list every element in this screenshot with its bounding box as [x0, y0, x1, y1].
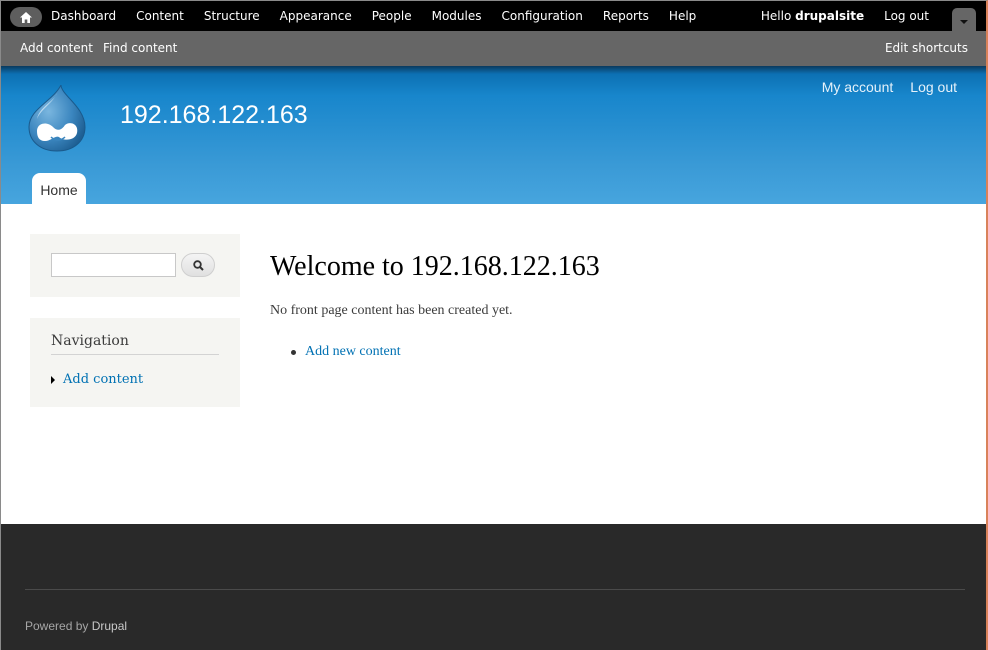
shortcut-add-content[interactable]: Add content — [20, 41, 93, 55]
admin-toolbar: Dashboard Content Structure Appearance P… — [1, 1, 986, 32]
powered-by: Powered by Drupal — [25, 619, 127, 633]
collapsed-triangle-icon — [51, 375, 55, 384]
main-menu-tab-home[interactable]: Home — [32, 173, 86, 204]
shortcuts-drawer-toggle[interactable] — [952, 8, 976, 32]
powered-by-text: Powered by — [25, 619, 92, 633]
greeting-prefix: Hello — [760, 9, 796, 23]
toolbar-menu: Dashboard Content Structure Appearance P… — [51, 1, 716, 31]
shortcut-find-content[interactable]: Find content — [103, 41, 177, 55]
user-greeting: Hello drupalsite — [761, 9, 864, 23]
navigation-item: Add content — [51, 372, 143, 387]
empty-front-page-message: No front page content has been created y… — [270, 303, 513, 318]
content-links-list: Add new content — [291, 344, 401, 360]
shortcuts-bar: Add content Find content Edit shortcuts — [1, 31, 986, 66]
search-icon — [192, 259, 204, 271]
list-bullet — [291, 349, 296, 355]
secondary-menu: My account Log out — [805, 79, 957, 95]
home-icon — [20, 11, 32, 23]
drupal-logo[interactable] — [27, 85, 87, 153]
search-button[interactable] — [181, 253, 215, 277]
navigation-add-content-link[interactable]: Add content — [63, 372, 143, 387]
toolbar-item-dashboard[interactable]: Dashboard — [51, 9, 116, 23]
my-account-link[interactable]: My account — [822, 79, 894, 95]
page-title: Welcome to 192.168.122.163 — [270, 251, 600, 282]
toolbar-item-configuration[interactable]: Configuration — [502, 9, 583, 23]
toolbar-item-structure[interactable]: Structure — [204, 9, 260, 23]
home-button[interactable] — [10, 7, 42, 27]
navigation-block: Navigation Add content — [30, 318, 240, 407]
toolbar-item-modules[interactable]: Modules — [432, 9, 482, 23]
header-logout-link[interactable]: Log out — [910, 79, 957, 95]
edit-shortcuts-link[interactable]: Edit shortcuts — [885, 41, 968, 55]
navigation-title: Navigation — [51, 333, 219, 355]
site-footer: Powered by Drupal — [1, 524, 986, 650]
toolbar-item-help[interactable]: Help — [669, 9, 696, 23]
add-new-content-link[interactable]: Add new content — [305, 344, 401, 360]
username-link[interactable]: drupalsite — [795, 9, 864, 23]
toolbar-item-people[interactable]: People — [372, 9, 412, 23]
chevron-down-icon — [960, 20, 968, 24]
site-header: 192.168.122.163 My account Log out Home — [1, 66, 986, 204]
footer-divider — [25, 589, 965, 590]
toolbar-user: Hello drupalsite Log out — [761, 1, 929, 31]
search-block — [30, 234, 240, 297]
toolbar-item-reports[interactable]: Reports — [603, 9, 649, 23]
toolbar-item-content[interactable]: Content — [136, 9, 184, 23]
toolbar-logout-link[interactable]: Log out — [884, 9, 929, 23]
site-name-link[interactable]: 192.168.122.163 — [120, 101, 308, 130]
search-input[interactable] — [51, 253, 176, 277]
drupal-link[interactable]: Drupal — [92, 619, 127, 633]
toolbar-item-appearance[interactable]: Appearance — [280, 9, 352, 23]
